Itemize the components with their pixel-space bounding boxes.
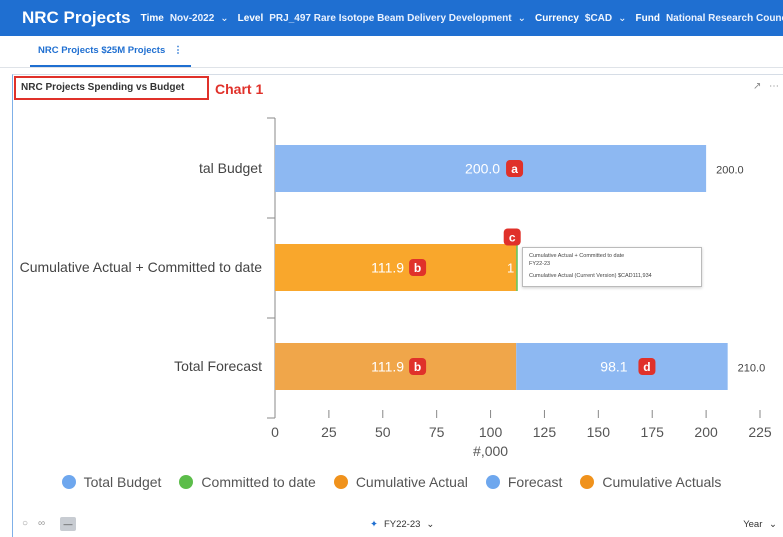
granularity-selector[interactable]: Year ⌄ <box>743 519 777 530</box>
legend-swatch <box>179 475 194 489</box>
legend-label: Forecast <box>507 474 563 490</box>
kebab-menu-icon[interactable]: ⋮ <box>173 45 183 56</box>
legend-swatch <box>61 475 76 489</box>
period-selector[interactable]: ✦ FY22-23 ⌄ <box>370 519 434 530</box>
chevron-down-icon: ⌄ <box>769 519 777 530</box>
top-filter-bar: NRC Projects Time Nov-2022 ⌄ Level PRJ_4… <box>0 0 783 36</box>
fund-filter-value: National Research Council Fund <box>665 12 783 24</box>
chart-footer: ○ ∞ — ✦ FY22-23 ⌄ Year ⌄ <box>0 514 783 537</box>
link-icon[interactable]: ∞ <box>38 518 45 529</box>
legend-item-cumulative-actual[interactable]: Cumulative Actual <box>333 474 468 490</box>
time-filter-value: Nov-2022 <box>169 12 215 24</box>
time-filter[interactable]: Time Nov-2022 ⌄ <box>141 13 229 24</box>
legend-item-forecast[interactable]: Forecast <box>485 474 563 490</box>
story-tab-bar: NRC Projects $25M Projects ⋮ <box>0 36 783 68</box>
chart-legend: Total Budget Committed to date Cumulativ… <box>0 474 783 490</box>
category-label-total-budget: tal Budget <box>198 160 262 176</box>
legend-item-cumulative-actuals[interactable]: Cumulative Actuals <box>580 474 721 490</box>
level-filter-value: PRJ_497 Rare Isotope Beam Delivery Devel… <box>269 12 512 24</box>
panel-title: NRC Projects Spending vs Budget <box>14 76 209 100</box>
fund-filter-label: Fund <box>635 12 660 24</box>
currency-filter-label: Currency <box>534 12 579 24</box>
legend-item-committed-to-date[interactable]: Committed to date <box>179 474 316 490</box>
legend-swatch <box>333 475 348 489</box>
pin-icon: ✦ <box>370 519 378 530</box>
level-filter-label: Level <box>237 12 264 24</box>
legend-swatch <box>580 475 595 489</box>
chevron-down-icon: ⌄ <box>426 519 435 530</box>
tooltip-detail: Cumulative Actual (Current Version) $CAD… <box>529 273 652 279</box>
legend-label: Cumulative Actual <box>355 474 468 490</box>
tab-nrc-projects-25m[interactable]: NRC Projects $25M Projects ⋮ <box>30 36 191 67</box>
chart-panel: NRC Projects Spending vs Budget Chart 1 … <box>12 74 783 537</box>
period-value: FY22-23 <box>383 519 421 530</box>
collapse-button[interactable]: — <box>60 517 76 531</box>
legend-label: Total Budget <box>83 474 162 490</box>
category-label-cumulative-actual-committed: Cumulative Actual + Committed to date <box>19 259 262 275</box>
legend-item-total-budget[interactable]: Total Budget <box>61 474 162 490</box>
chart-annotation-label: Chart 1 <box>215 81 264 97</box>
app-title: NRC Projects <box>22 8 131 27</box>
fund-filter[interactable]: Fund National Research Council Fund ⌄ <box>636 13 783 24</box>
tab-label: NRC Projects $25M Projects <box>38 45 166 56</box>
expand-icon[interactable]: ↗ <box>753 81 761 92</box>
tooltip-title: Cumulative Actual + Committed to date <box>529 253 625 259</box>
level-filter[interactable]: Level PRJ_497 Rare Isotope Beam Delivery… <box>238 13 526 24</box>
currency-filter-value: $CAD <box>584 12 613 24</box>
legend-label: Committed to date <box>201 474 316 490</box>
chevron-down-icon: ⌄ <box>618 12 627 24</box>
time-filter-label: Time <box>140 12 164 24</box>
granularity-value: Year <box>743 519 763 530</box>
chevron-down-icon: ⌄ <box>220 12 229 24</box>
refresh-icon[interactable]: ○ <box>22 518 28 529</box>
tooltip-period: FY22-23 <box>529 261 551 267</box>
category-label-total-forecast: Total Forecast <box>174 358 262 374</box>
bar-tooltip: Cumulative Actual + Committed to date FY… <box>522 247 702 287</box>
more-options-icon[interactable]: ⋯ <box>769 81 779 92</box>
legend-swatch <box>485 475 500 489</box>
legend-label: Cumulative Actuals <box>602 474 722 490</box>
chevron-down-icon: ⌄ <box>517 12 526 24</box>
currency-filter[interactable]: Currency $CAD ⌄ <box>535 13 627 24</box>
